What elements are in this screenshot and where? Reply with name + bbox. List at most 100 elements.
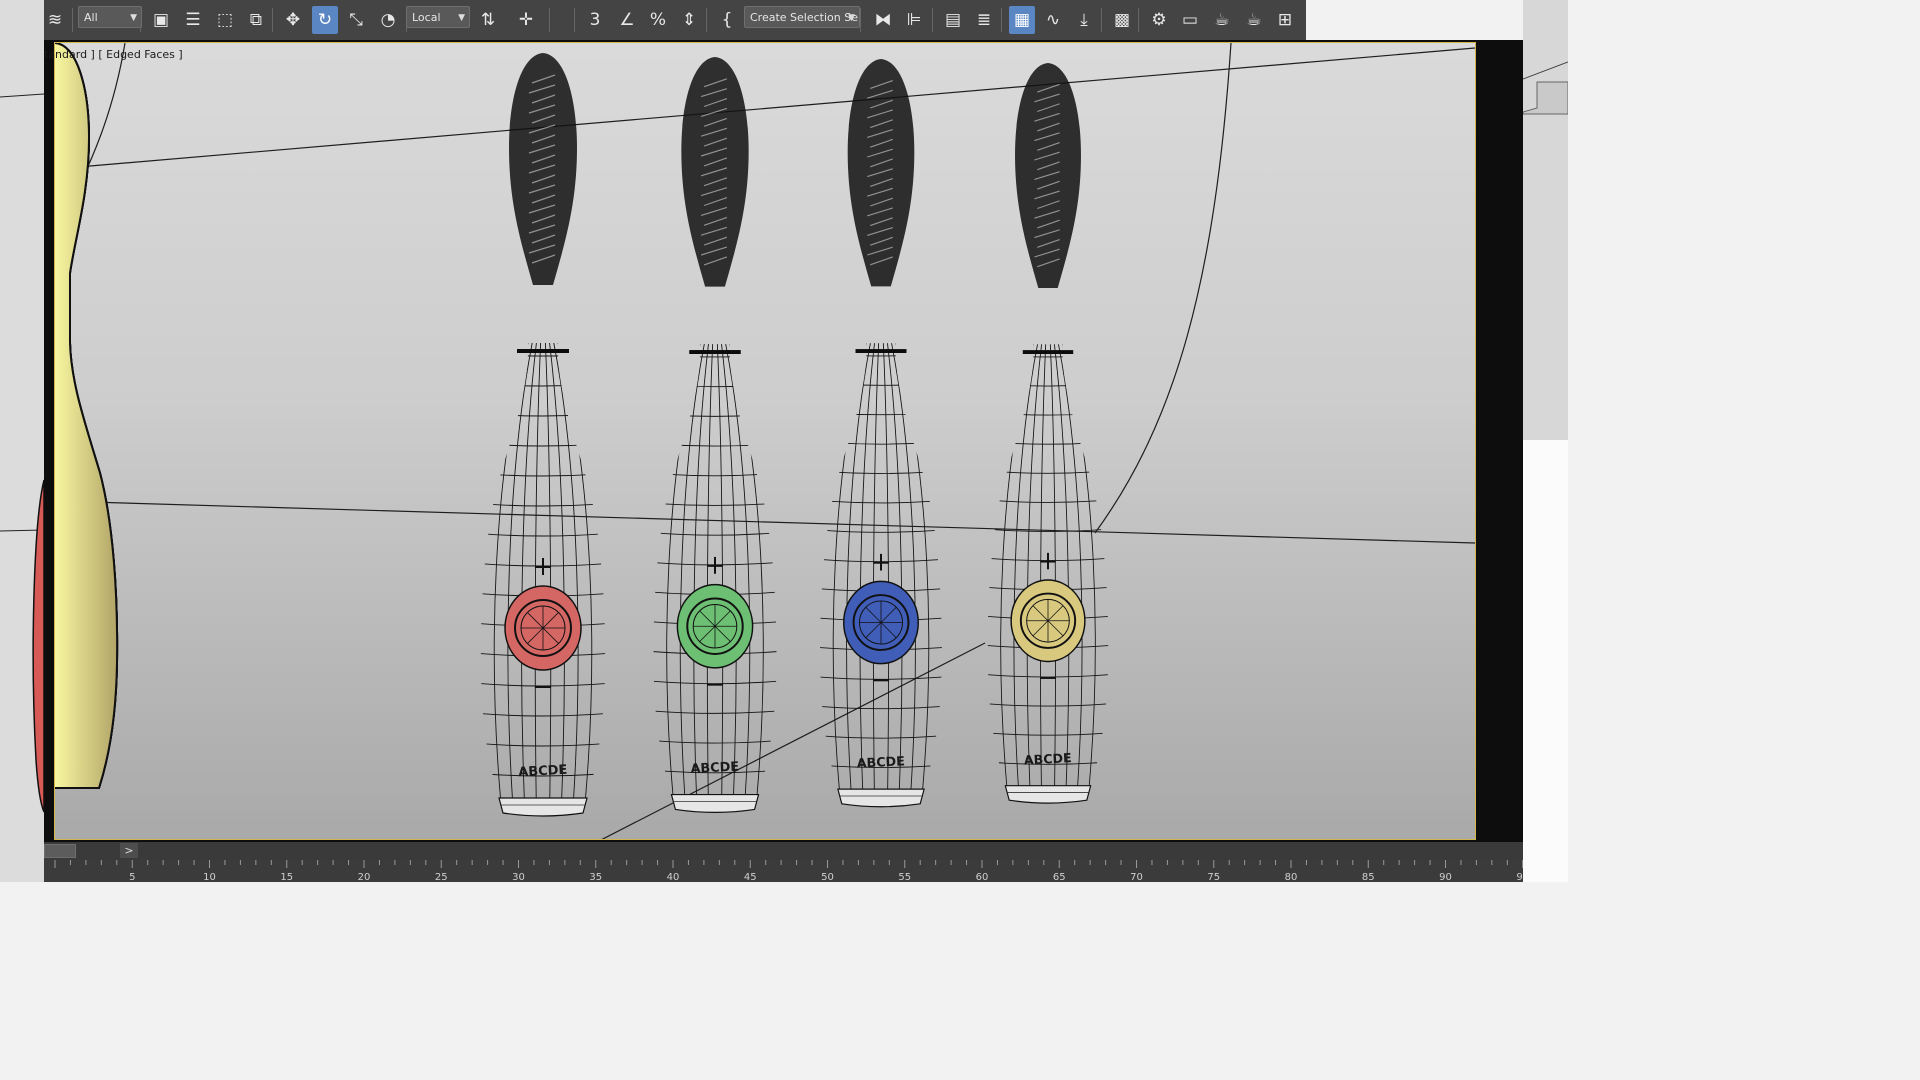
edit-named-sets-icon[interactable]: { (714, 6, 740, 34)
place-icon[interactable]: ◔ (375, 6, 401, 34)
perspective-viewport[interactable]: ABCDE ABCDE ABCDE ABCDE (54, 42, 1476, 840)
right-panel-lower (1523, 440, 1568, 882)
track-tick-label: 35 (589, 872, 603, 882)
track-bar-ticks (54, 860, 1523, 868)
track-tick-label: 90 (1439, 872, 1452, 882)
named-selection-set-dropdown[interactable]: Create Selection Se ▼ (744, 6, 860, 28)
snap-3d-icon[interactable]: 3 (582, 6, 608, 34)
track-tick-label: 95 (1516, 872, 1523, 882)
main-toolbar: ≋ ▣ ☰ ⬚ ⧉ ✥ ↻ ⤡ ◔ ⇅ ✛ 3 ∠% ⇕{⧓ ⊫ ▤ ≣ ▦ ∿ ⤓ ▩ ⚙ ▭ ☕ ☕ ⊞ All ▼ Local ▼ C… (44, 0, 1306, 41)
neck-ring (517, 349, 569, 353)
toolbar-separator (1101, 8, 1102, 32)
base-cap (837, 788, 925, 808)
coordinate-system-dropdown-value: Local (412, 11, 441, 24)
track-tick-label: 65 (1052, 872, 1066, 882)
grid-line (55, 500, 1475, 544)
brand-text: ABCDE (856, 754, 905, 772)
toolbar-separator (1138, 8, 1139, 32)
base-cap (498, 797, 588, 817)
scene-canvas[interactable]: ABCDE ABCDE ABCDE ABCDE (55, 43, 1475, 839)
window-crossing-icon[interactable]: ⧉ (243, 6, 269, 34)
track-tick-label: 85 (1361, 872, 1375, 882)
toolbar-separator (706, 8, 707, 32)
chevron-down-icon: ▼ (130, 13, 137, 23)
toolbar-separator (72, 8, 73, 32)
undo-icon[interactable]: ≋ (42, 6, 68, 34)
toolbar-separator (549, 8, 550, 32)
toothbrush-model[interactable]: ABCDE (812, 59, 949, 808)
selection-filter-dropdown[interactable]: All ▼ (78, 6, 142, 28)
grid-line (55, 47, 1475, 170)
toolbar-separator (272, 8, 273, 32)
track-tick-label: 50 (821, 872, 834, 882)
grid-line (1094, 43, 1232, 534)
select-by-name-icon[interactable]: ☰ (180, 6, 206, 34)
power-button (843, 580, 919, 665)
ref-coord-icon[interactable]: ⇅ (475, 6, 501, 34)
toothbrush-model[interactable]: ABCDE (473, 53, 613, 817)
toolbar-separator (932, 8, 933, 32)
neck-ring (855, 349, 907, 353)
pivot-icon[interactable]: ✛ (513, 6, 539, 34)
neck-ring (689, 350, 741, 354)
rect-region-icon[interactable]: ⬚ (212, 6, 238, 34)
track-tick-label: 45 (743, 872, 757, 882)
spinner-snap-icon[interactable]: ⇕ (676, 6, 702, 34)
render-setup-icon[interactable]: ⚙ (1146, 6, 1172, 34)
time-slider[interactable]: > (44, 842, 1523, 860)
curve-editor-icon[interactable]: ∿ (1040, 6, 1066, 34)
render-icon[interactable]: ☕ (1209, 6, 1235, 34)
move-icon[interactable]: ✥ (280, 6, 306, 34)
track-tick-label: 5 (129, 872, 136, 882)
coordinate-system-dropdown[interactable]: Local ▼ (406, 6, 470, 28)
neck-ring (1022, 350, 1074, 354)
track-tick-label: 80 (1284, 872, 1298, 882)
brand-text: ABCDE (690, 760, 739, 778)
toothbrush-model[interactable]: ABCDE (646, 57, 785, 813)
right-panel-upper (1522, 0, 1569, 440)
viewport-layout-icon[interactable]: ⊞ (1272, 6, 1298, 34)
track-tick-label: 30 (512, 872, 525, 882)
time-slider-thumb[interactable] (44, 844, 76, 858)
scale-icon[interactable]: ⤡ (343, 6, 369, 34)
toolbar-separator (574, 8, 575, 32)
left-viewport-gutter (0, 0, 44, 882)
toolbar-separator (860, 8, 861, 32)
track-tick-label: 75 (1207, 872, 1221, 882)
toothbrush-model[interactable]: ABCDE (980, 63, 1116, 804)
angle-snap-icon[interactable]: ∠ (614, 6, 640, 34)
track-tick-label: 10 (203, 872, 216, 882)
next-frame-button[interactable]: > (120, 843, 138, 858)
render-frame-icon[interactable]: ▭ (1177, 6, 1203, 34)
toolbar-separator (1001, 8, 1002, 32)
chevron-down-icon: ▼ (848, 13, 855, 23)
power-button (676, 583, 754, 669)
percent-snap-icon[interactable]: % (645, 6, 671, 34)
track-tick-label: 55 (898, 872, 912, 882)
render-iterative-icon[interactable]: ☕ (1241, 6, 1267, 34)
material-editor-icon[interactable]: ▩ (1109, 6, 1135, 34)
track-tick-label: 15 (280, 872, 294, 882)
select-object-icon[interactable]: ▣ (148, 6, 174, 34)
base-cap (1004, 785, 1092, 804)
mirror-icon[interactable]: ⧓ (870, 6, 896, 34)
track-tick-label: 60 (975, 872, 989, 882)
base-cap (670, 793, 760, 813)
rotate-icon[interactable]: ↻ (312, 6, 338, 34)
track-tick-label: 70 (1130, 872, 1143, 882)
align-icon[interactable]: ⊫ (901, 6, 927, 34)
power-button (1010, 579, 1086, 663)
ribbon-icon[interactable]: ▦ (1009, 6, 1035, 34)
toolbar-empty-area (1306, 0, 1523, 40)
track-tick-label: 20 (357, 872, 371, 882)
selection-filter-dropdown-value: All (84, 11, 98, 24)
named-selection-set-dropdown-value: Create Selection Se (750, 11, 858, 24)
brand-text: ABCDE (518, 763, 568, 781)
track-bar[interactable]: 5 10 15 20 25 30 35 40 45 50 55 60 65 70 75 80 85 90 95 (44, 860, 1523, 882)
layer-explorer-icon[interactable]: ≣ (971, 6, 997, 34)
schematic-icon[interactable]: ⤓ (1071, 6, 1097, 34)
power-button (504, 585, 582, 671)
chevron-down-icon: ▼ (458, 13, 465, 23)
viewport-label[interactable]: tandard ] [ Edged Faces ] (44, 48, 183, 61)
scene-explorer-icon[interactable]: ▤ (940, 6, 966, 34)
